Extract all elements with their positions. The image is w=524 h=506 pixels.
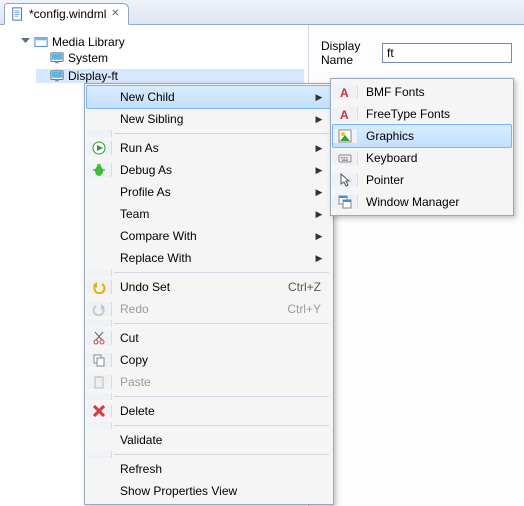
submenu-arrow-icon: ▶ (313, 209, 331, 220)
menu-item-run-as[interactable]: Run As ▶ (87, 137, 331, 159)
submenu-arrow-icon: ▶ (313, 231, 331, 242)
menu-item-cut[interactable]: Cut (87, 327, 331, 349)
tree-item-display-ft[interactable]: Display-ft (36, 69, 304, 83)
redo-icon (92, 302, 106, 316)
menu-label: BMF Fonts (358, 85, 511, 99)
submenu-arrow-icon: ▶ (313, 92, 331, 103)
scissors-icon (92, 331, 106, 345)
menu-item-compare-with[interactable]: Compare With ▶ (87, 225, 331, 247)
menu-separator (87, 393, 331, 400)
submenu-item-keyboard[interactable]: Keyboard (333, 147, 511, 169)
menu-item-replace-with[interactable]: Replace With ▶ (87, 247, 331, 269)
menu-label: Pointer (358, 173, 511, 187)
menu-label: Refresh (112, 462, 331, 476)
menu-item-undo-set[interactable]: Undo Set Ctrl+Z (87, 276, 331, 298)
submenu-new-child: A BMF Fonts A FreeType Fonts Graphics (330, 78, 514, 216)
submenu-item-freetype-fonts[interactable]: A FreeType Fonts (333, 103, 511, 125)
screen-icon (50, 51, 64, 65)
copy-icon (92, 353, 106, 367)
delete-icon (93, 405, 105, 417)
menu-item-refresh[interactable]: Refresh (87, 458, 331, 480)
menu-item-profile-as[interactable]: Profile As ▶ (87, 181, 331, 203)
submenu-item-graphics[interactable]: Graphics (332, 124, 512, 148)
screen-icon (50, 69, 64, 83)
menu-label: Validate (112, 433, 331, 447)
svg-text:A: A (340, 108, 349, 121)
menu-label: Undo Set (112, 280, 288, 294)
menu-label: Compare With (112, 229, 313, 243)
menu-item-new-sibling[interactable]: New Sibling ▶ (87, 108, 331, 130)
menu-item-debug-as[interactable]: Debug As ▶ (87, 159, 331, 181)
menu-label: Team (112, 207, 313, 221)
submenu-item-pointer[interactable]: Pointer (333, 169, 511, 191)
menu-label: Window Manager (358, 195, 511, 209)
tree-label: System (68, 51, 108, 65)
menu-label: Redo (112, 302, 287, 316)
menu-separator (87, 451, 331, 458)
display-name-label: Display Name (321, 39, 376, 67)
menu-separator (87, 320, 331, 327)
submenu-arrow-icon: ▶ (313, 187, 331, 198)
menu-label: Profile As (112, 185, 313, 199)
library-icon (34, 35, 48, 49)
menu-item-delete[interactable]: Delete (87, 400, 331, 422)
menu-item-new-child[interactable]: New Child ▶ (86, 85, 332, 109)
tree-label: Display-ft (68, 69, 118, 83)
menu-label: Paste (112, 375, 331, 389)
tab-title: *config.windml (29, 7, 106, 21)
menu-label: Graphics (358, 129, 511, 143)
submenu-item-window-manager[interactable]: Window Manager (333, 191, 511, 213)
menu-label: Delete (112, 404, 331, 418)
menu-label: Replace With (112, 251, 313, 265)
menu-label: Show Properties View (112, 484, 331, 498)
menu-label: New Sibling (112, 112, 313, 126)
submenu-arrow-icon: ▶ (313, 253, 331, 264)
submenu-item-bmf-fonts[interactable]: A BMF Fonts (333, 81, 511, 103)
menu-shortcut: Ctrl+Z (288, 280, 331, 294)
tree-item-media-library[interactable]: Media Library (20, 35, 304, 49)
menu-separator (87, 269, 331, 276)
menu-separator (87, 130, 331, 137)
submenu-arrow-icon: ▶ (313, 165, 331, 176)
menu-item-validate[interactable]: Validate (87, 429, 331, 451)
graphics-icon (338, 129, 352, 143)
menu-item-paste: Paste (87, 371, 331, 393)
tree-item-system[interactable]: System (36, 51, 304, 65)
menu-label: Copy (112, 353, 331, 367)
submenu-arrow-icon: ▶ (313, 143, 331, 154)
menu-shortcut: Ctrl+Y (287, 302, 331, 316)
menu-label: Debug As (112, 163, 313, 177)
svg-text:A: A (340, 86, 349, 99)
close-icon[interactable]: ✕ (110, 9, 120, 19)
font-icon: A (338, 107, 352, 121)
file-icon (11, 7, 25, 21)
menu-label: New Child (112, 90, 313, 104)
bug-icon (92, 163, 106, 177)
play-icon (92, 141, 106, 155)
menu-item-show-properties[interactable]: Show Properties View (87, 480, 331, 502)
keyboard-icon (338, 151, 352, 165)
context-menu: New Child ▶ New Sibling ▶ Run As ▶ Debug… (84, 83, 334, 505)
menu-item-team[interactable]: Team ▶ (87, 203, 331, 225)
pointer-icon (338, 173, 352, 187)
window-icon (338, 195, 352, 209)
tree: Media Library System (4, 33, 304, 87)
tab-bar: *config.windml ✕ (0, 0, 524, 25)
paste-icon (92, 375, 106, 389)
undo-icon (92, 280, 106, 294)
editor-tab-config-windml[interactable]: *config.windml ✕ (4, 3, 129, 25)
menu-label: Cut (112, 331, 331, 345)
submenu-arrow-icon: ▶ (313, 114, 331, 125)
font-icon: A (338, 85, 352, 99)
menu-label: FreeType Fonts (358, 107, 511, 121)
display-name-input[interactable] (382, 43, 512, 63)
menu-label: Keyboard (358, 151, 511, 165)
menu-item-copy[interactable]: Copy (87, 349, 331, 371)
menu-label: Run As (112, 141, 313, 155)
menu-item-redo: Redo Ctrl+Y (87, 298, 331, 320)
collapse-icon[interactable] (20, 37, 30, 47)
menu-separator (87, 422, 331, 429)
tree-label: Media Library (52, 35, 125, 49)
